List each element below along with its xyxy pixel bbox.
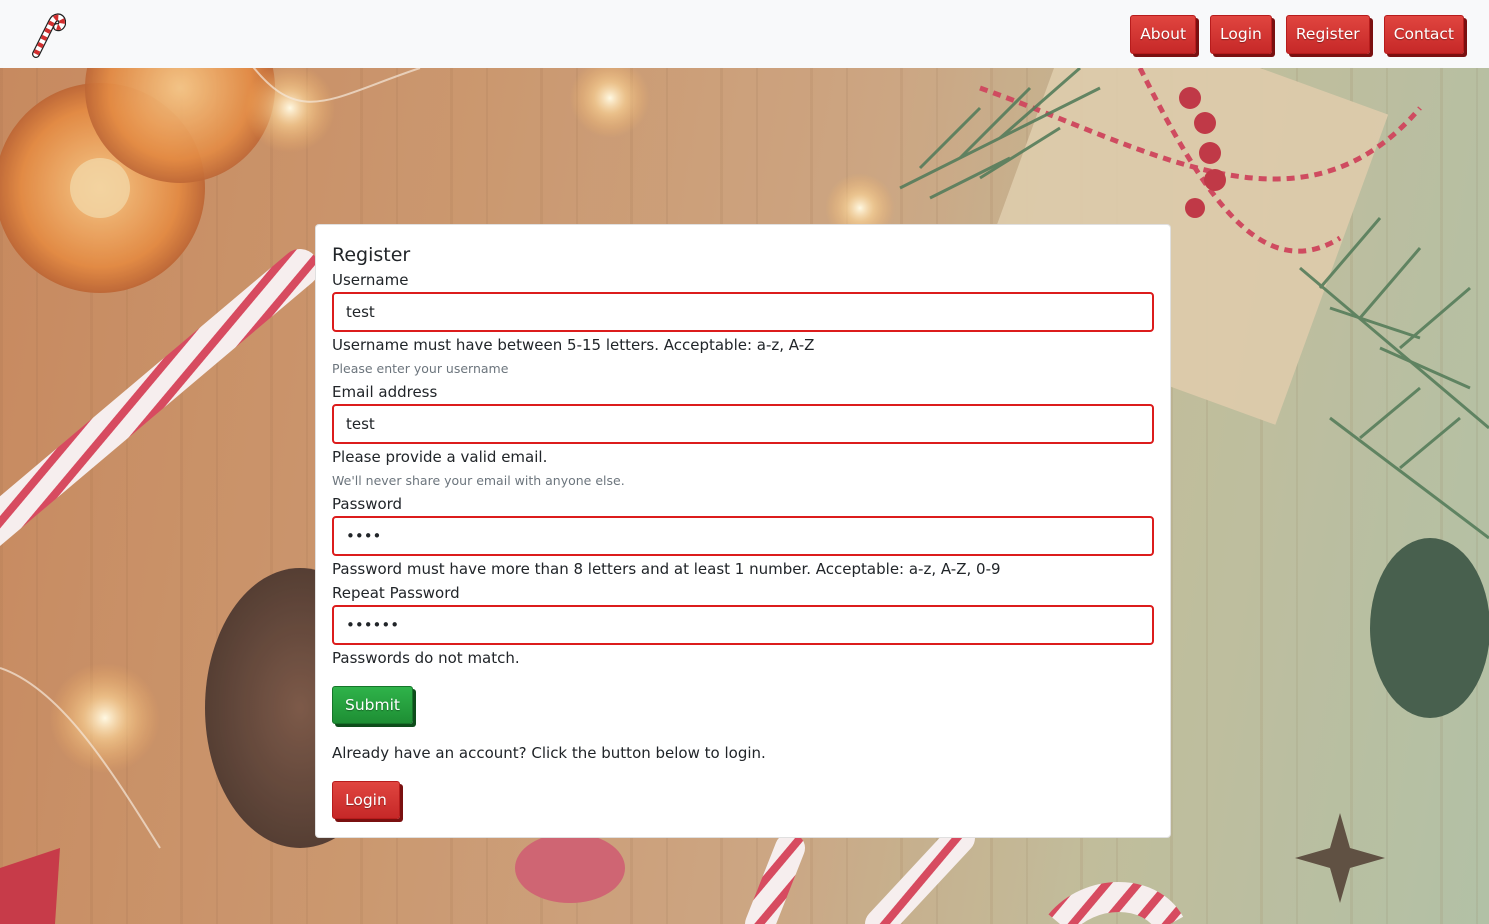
username-error: Username must have between 5-15 letters.…: [332, 336, 815, 354]
submit-button[interactable]: Submit: [332, 686, 413, 724]
email-error: Please provide a valid email.: [332, 448, 548, 466]
email-label: Email address: [332, 383, 438, 401]
nav-links: About Login Register Contact: [1130, 14, 1464, 54]
candy-cane-icon[interactable]: [26, 10, 66, 58]
username-hint: Please enter your username: [332, 361, 509, 376]
register-card: Register Username Username must have bet…: [315, 224, 1171, 838]
email-hint: We'll never share your email with anyone…: [332, 473, 625, 488]
form-title: Register: [332, 244, 411, 266]
nav-contact-button[interactable]: Contact: [1383, 14, 1464, 54]
username-input[interactable]: [332, 292, 1154, 332]
navbar: About Login Register Contact: [0, 0, 1489, 68]
repeat-password-input[interactable]: [332, 605, 1154, 645]
repeat-password-label: Repeat Password: [332, 584, 460, 602]
email-input[interactable]: [332, 404, 1154, 444]
already-account-text: Already have an account? Click the butto…: [332, 744, 766, 762]
nav-register-button[interactable]: Register: [1285, 14, 1370, 54]
login-button[interactable]: Login: [332, 781, 400, 819]
username-label: Username: [332, 271, 409, 289]
password-error: Password must have more than 8 letters a…: [332, 560, 1001, 578]
password-input[interactable]: [332, 516, 1154, 556]
nav-about-button[interactable]: About: [1130, 14, 1197, 54]
repeat-password-error: Passwords do not match.: [332, 649, 520, 667]
nav-login-button[interactable]: Login: [1210, 14, 1272, 54]
password-label: Password: [332, 495, 403, 513]
